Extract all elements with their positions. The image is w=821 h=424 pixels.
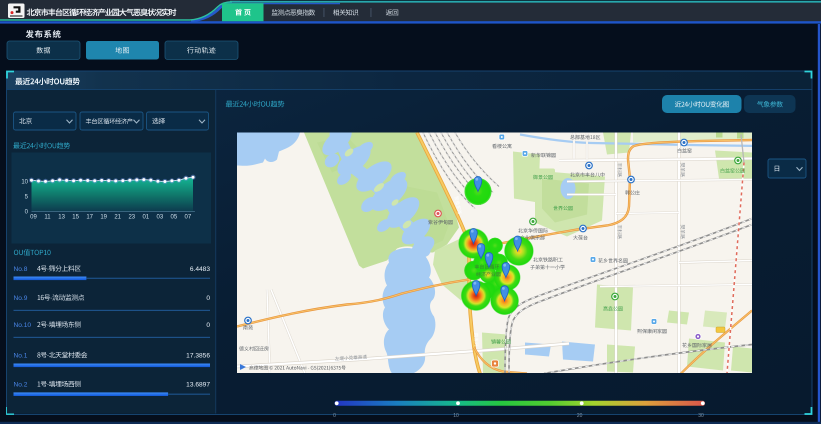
svg-text:17.3856: 17.3856	[186, 353, 210, 360]
svg-text:15: 15	[72, 215, 79, 221]
svg-text:13.6897: 13.6897	[186, 382, 210, 389]
svg-text:No.8: No.8	[14, 266, 28, 273]
svg-text:20: 20	[577, 413, 583, 419]
svg-text:03: 03	[157, 215, 164, 221]
svg-text:0: 0	[333, 413, 336, 419]
svg-text:07: 07	[185, 215, 192, 221]
svg-text:01: 01	[142, 215, 149, 221]
svg-text:11: 11	[44, 215, 51, 221]
svg-text:21: 21	[114, 215, 121, 221]
svg-text:05: 05	[171, 215, 178, 221]
svg-text:23: 23	[128, 215, 135, 221]
svg-text:6.4483: 6.4483	[190, 266, 211, 273]
svg-text:13: 13	[58, 215, 65, 221]
svg-text:10: 10	[453, 413, 459, 419]
svg-text:30: 30	[698, 413, 704, 419]
svg-text:No.9: No.9	[14, 295, 28, 302]
svg-text:19: 19	[100, 215, 107, 221]
svg-text:No.1: No.1	[14, 353, 28, 360]
svg-text:09: 09	[30, 215, 37, 221]
svg-text:No.2: No.2	[14, 382, 28, 389]
svg-text:No.10: No.10	[14, 322, 32, 329]
svg-text:17: 17	[86, 215, 93, 221]
svg-text:0: 0	[206, 322, 210, 329]
svg-text:0: 0	[206, 295, 210, 302]
svg-text:10: 10	[21, 180, 28, 186]
